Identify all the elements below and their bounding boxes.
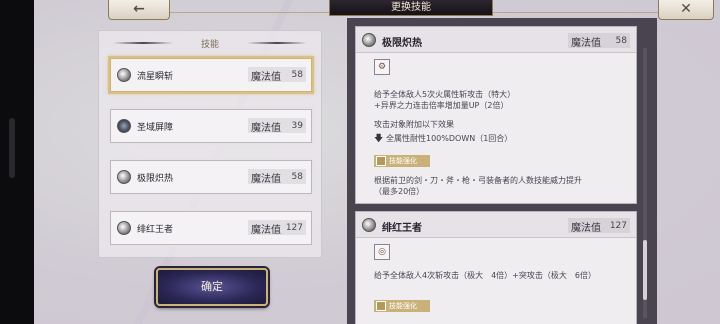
- mp-label: 魔法值: [251, 225, 281, 236]
- skill-orb-icon: [362, 218, 376, 232]
- mp-value: 58: [291, 172, 303, 182]
- mp-cost: 魔法值 58: [248, 169, 306, 185]
- screen-title-text: 更换技能: [391, 2, 431, 13]
- enhance-line: 根据前卫的剑・刀・斧・枪・弓装备者的人数技能威力提升: [374, 176, 582, 185]
- enhance-icon: [376, 301, 386, 311]
- mp-label: 魔法值: [251, 123, 281, 134]
- fire-attribute-icon: ⚙: [374, 59, 390, 75]
- skill-detail-panel: 极限炽热 魔法值 58 ⚙ 给予全体敌人5次火属性斩攻击（特大） +异界之力连击…: [347, 18, 657, 324]
- skill-item-4[interactable]: 绯红王者 魔法值 127: [108, 209, 314, 247]
- skill-orb-icon: [117, 170, 131, 184]
- detail-mp-cost: 魔法值 127: [568, 218, 630, 234]
- description-line: 给予全体敌人5次火属性斩攻击（特大）: [374, 90, 516, 99]
- slash-attribute-icon: ◎: [374, 244, 390, 260]
- skill-item-3[interactable]: 极限炽热 魔法值 58: [108, 158, 314, 196]
- close-icon: ✕: [680, 1, 692, 17]
- skill-item-1[interactable]: 流星瞬斩 魔法值 58: [108, 56, 314, 94]
- back-arrow-icon: ←: [133, 1, 145, 17]
- skill-name: 绯红王者: [137, 225, 174, 235]
- detail-skill-name: 极限炽热: [382, 38, 422, 49]
- skill-list-title: 技能: [99, 37, 321, 50]
- mp-label: 魔法值: [251, 174, 281, 185]
- detail-skill-name: 绯红王者: [382, 223, 422, 234]
- skill-name: 极限炽热: [137, 174, 174, 184]
- mp-label: 魔法值: [571, 223, 601, 234]
- description-line: 给予全体敌人4次斩攻击（极大 4倍）+突攻击（极大 6倍）: [374, 271, 596, 280]
- skill-item-2[interactable]: 圣域屏障 魔法值 39: [108, 107, 314, 145]
- skill-name: 流星瞬斩: [137, 72, 174, 82]
- skill-enhance-tag: 技能强化: [374, 300, 430, 312]
- close-button[interactable]: ✕: [658, 0, 714, 20]
- mp-label: 魔法值: [571, 38, 601, 49]
- card-header: 极限炽热 魔法值 58: [356, 27, 636, 53]
- mp-cost: 魔法值 127: [248, 220, 306, 236]
- ornament-right-icon: [247, 42, 307, 44]
- screen-title: 更换技能: [329, 0, 493, 16]
- skill-enhance-tag: 技能强化: [374, 155, 430, 167]
- skill-list-panel: 技能 流星瞬斩 魔法值 58 圣域屏障 魔法值 39 极限炽热 魔法值 58 绯…: [98, 30, 322, 258]
- tag-label: 技能强化: [389, 302, 417, 310]
- enhance-line: （最多20倍）: [374, 187, 425, 196]
- skill-orb-icon: [117, 68, 131, 82]
- scrollbar-thumb[interactable]: [643, 240, 647, 300]
- down-arrow-icon: 🡇: [374, 134, 384, 144]
- mp-label: 魔法值: [251, 72, 281, 83]
- skill-detail-card: 绯红王者 魔法值 127 ◎ 给予全体敌人4次斩攻击（极大 4倍）+突攻击（极大…: [355, 211, 637, 324]
- shield-icon: [117, 119, 131, 133]
- effect-title: 攻击对象附加以下效果: [374, 120, 454, 129]
- description-line: +异界之力连击倍率增加量UP（2倍）: [374, 101, 509, 110]
- detail-mp-cost: 魔法值 58: [568, 33, 630, 49]
- mp-cost: 魔法值 39: [248, 118, 306, 134]
- skill-name: 圣域屏障: [137, 123, 174, 133]
- tag-label: 技能强化: [389, 157, 417, 165]
- card-header: 绯红王者 魔法值 127: [356, 212, 636, 238]
- mp-cost: 魔法值 58: [248, 67, 306, 83]
- effect-line: 全属性耐性100%DOWN（1回合）: [386, 134, 513, 143]
- mp-value: 39: [291, 121, 303, 131]
- mp-value: 58: [615, 36, 627, 46]
- skill-list-title-text: 技能: [200, 40, 219, 50]
- confirm-button[interactable]: 确定: [156, 268, 268, 306]
- mp-value: 58: [291, 70, 303, 80]
- enhance-icon: [376, 156, 386, 166]
- back-button[interactable]: ←: [108, 0, 170, 20]
- ornament-left-icon: [113, 42, 173, 44]
- mp-value: 127: [609, 221, 627, 231]
- skill-orb-icon: [117, 221, 131, 235]
- skill-detail-card: 极限炽热 魔法值 58 ⚙ 给予全体敌人5次火属性斩攻击（特大） +异界之力连击…: [355, 26, 637, 204]
- edge-notch: [9, 118, 15, 178]
- screen-edge: [0, 0, 34, 324]
- confirm-label: 确定: [201, 280, 223, 293]
- mp-value: 127: [285, 223, 303, 233]
- skill-orb-icon: [362, 33, 376, 47]
